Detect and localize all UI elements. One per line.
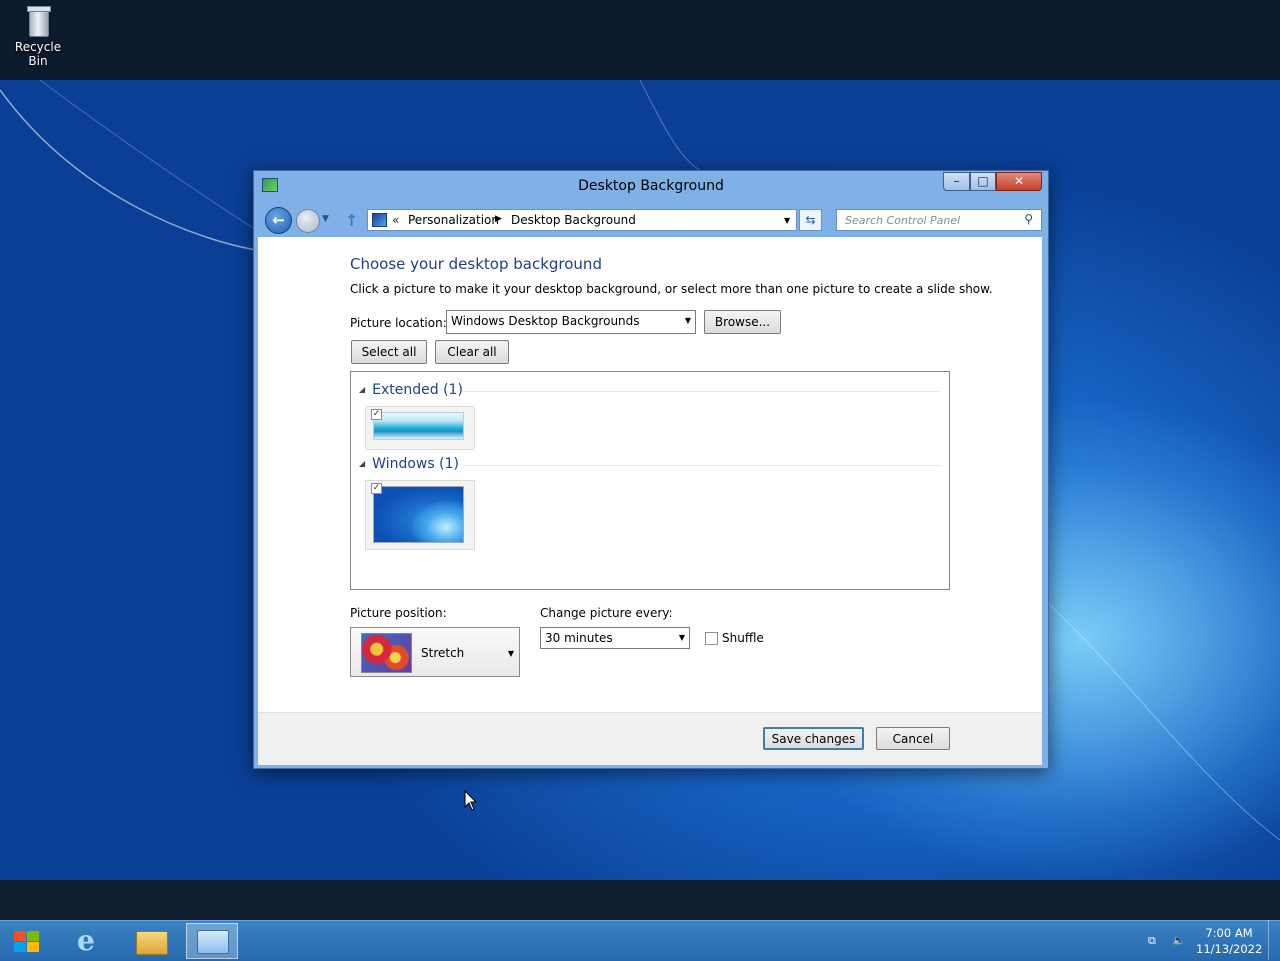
windows-logo-quadrant (27, 931, 39, 941)
chevron-down-icon: ▼ (507, 649, 514, 658)
recycle-bin-label: Recycle Bin (14, 40, 62, 68)
thumbnail-checkbox[interactable]: ✓ (371, 483, 382, 494)
back-button[interactable]: ← (265, 207, 292, 234)
refresh-button[interactable]: ⇆ (799, 209, 822, 231)
title-bar[interactable]: Desktop Background – □ ✕ (254, 171, 1048, 203)
browse-button[interactable]: Browse... (704, 310, 781, 334)
select-all-button[interactable]: Select all (351, 340, 427, 364)
forward-button[interactable] (296, 209, 320, 233)
clear-all-button[interactable]: Clear all (435, 340, 509, 364)
group-title-windows: Windows (1) (372, 456, 459, 472)
page-title: Choose your desktop background (350, 255, 602, 273)
breadcrumb-separator-icon[interactable]: ▶ (495, 214, 502, 224)
breadcrumb-overflow-icon[interactable]: « (392, 213, 399, 227)
folder-icon (136, 931, 168, 955)
chevron-down-icon: ▼ (684, 316, 691, 325)
system-clock[interactable]: 7:00 AM 11/13/2022 (1196, 925, 1262, 957)
close-button[interactable]: ✕ (996, 172, 1042, 191)
wallpaper-thumbnail-windows[interactable]: ✓ (365, 480, 475, 550)
picture-location-value: Windows Desktop Backgrounds (451, 314, 640, 328)
search-placeholder: Search Control Panel (845, 214, 961, 227)
taskbar-file-explorer[interactable] (124, 923, 176, 959)
screen-top-band (0, 0, 1280, 80)
change-picture-value: 30 minutes (545, 631, 613, 645)
search-input[interactable]: Search Control Panel ⚲ (836, 209, 1042, 231)
wallpaper-image-windows (373, 486, 464, 543)
volume-muted-icon[interactable]: 🔈 (1172, 934, 1186, 948)
group-title-extended: Extended (1) (372, 382, 463, 398)
picture-location-select[interactable]: Windows Desktop Backgrounds ▼ (446, 310, 696, 334)
up-arrow-icon[interactable]: ↑ (345, 211, 358, 230)
network-icon[interactable]: ⧉ (1148, 934, 1162, 948)
window-title: Desktop Background (578, 178, 724, 194)
internet-explorer-icon: e (77, 924, 95, 957)
picture-location-label: Picture location: (350, 316, 447, 330)
picture-position-select[interactable]: Stretch ▼ (350, 627, 520, 677)
recycle-bin-icon (26, 6, 51, 37)
navigation-bar: ← ▼ ↑ « Personalization ▶ Desktop Backgr… (254, 203, 1048, 237)
taskbar: e ⧉ 🔈 7:00 AM 11/13/2022 (0, 920, 1280, 961)
picture-position-preview-image (361, 633, 412, 673)
windows-logo-quadrant (14, 942, 26, 952)
control-panel-taskbar-icon (197, 930, 229, 954)
picture-position-value: Stretch (421, 646, 465, 660)
clock-time: 7:00 AM (1205, 926, 1253, 940)
thumbnail-checkbox[interactable]: ✓ (371, 409, 382, 420)
collapse-arrow-icon[interactable]: ◢ (359, 385, 365, 394)
cancel-button[interactable]: Cancel (876, 727, 950, 750)
windows-logo-quadrant (27, 942, 39, 952)
desktop-icon-recycle-bin[interactable]: Recycle Bin (4, 6, 72, 68)
change-picture-label: Change picture every: (540, 606, 673, 620)
dialog-footer: Save changes Cancel (258, 712, 1042, 765)
group-divider (463, 465, 941, 466)
taskbar-internet-explorer[interactable]: e (64, 923, 116, 959)
address-dropdown-icon[interactable]: ▼ (784, 216, 790, 225)
shuffle-label[interactable]: Shuffle (722, 631, 764, 645)
breadcrumb-desktop-background[interactable]: Desktop Background (511, 213, 636, 227)
address-bar[interactable]: « Personalization ▶ Desktop Background ▼ (367, 209, 797, 231)
close-icon: ✕ (1013, 174, 1025, 188)
group-header-windows[interactable]: ◢ Windows (1) (359, 456, 459, 472)
breadcrumb-personalization[interactable]: Personalization (408, 213, 499, 227)
minimize-icon: – (953, 174, 960, 188)
minimize-button[interactable]: – (943, 172, 970, 191)
picture-position-label: Picture position: (350, 606, 447, 620)
screen-bottom-band (0, 880, 1280, 920)
clock-date: 11/13/2022 (1196, 942, 1263, 956)
start-button[interactable] (8, 927, 44, 955)
search-icon[interactable]: ⚲ (1024, 212, 1033, 226)
content-area: Choose your desktop background Click a p… (258, 237, 1042, 712)
change-picture-interval-select[interactable]: 30 minutes ▼ (540, 627, 690, 649)
picture-gallery[interactable]: ◢ Extended (1) ✓ ◢ Windows (1) ✓ (350, 371, 950, 590)
save-changes-button[interactable]: Save changes (763, 727, 864, 750)
group-header-extended[interactable]: ◢ Extended (1) (359, 382, 463, 398)
collapse-arrow-icon[interactable]: ◢ (359, 459, 365, 468)
page-description: Click a picture to make it your desktop … (350, 282, 993, 296)
chevron-down-icon: ▼ (678, 633, 685, 642)
mouse-cursor-icon (464, 790, 478, 811)
control-panel-address-icon (372, 213, 387, 227)
wallpaper-image-extended (373, 412, 464, 440)
windows-logo-icon (14, 931, 26, 941)
back-arrow-icon: ← (272, 211, 285, 229)
taskbar-control-panel[interactable] (186, 923, 238, 959)
wallpaper-thumbnail-extended[interactable]: ✓ (365, 406, 475, 450)
show-desktop-button[interactable] (1268, 920, 1280, 960)
shuffle-checkbox-box[interactable] (705, 632, 718, 645)
group-divider (463, 391, 941, 392)
maximize-icon: □ (977, 174, 989, 188)
recent-pages-chevron-icon[interactable]: ▼ (322, 214, 329, 224)
maximize-button[interactable]: □ (970, 172, 996, 191)
desktop-background-window: Desktop Background – □ ✕ ← ▼ ↑ « Persona… (253, 170, 1049, 769)
